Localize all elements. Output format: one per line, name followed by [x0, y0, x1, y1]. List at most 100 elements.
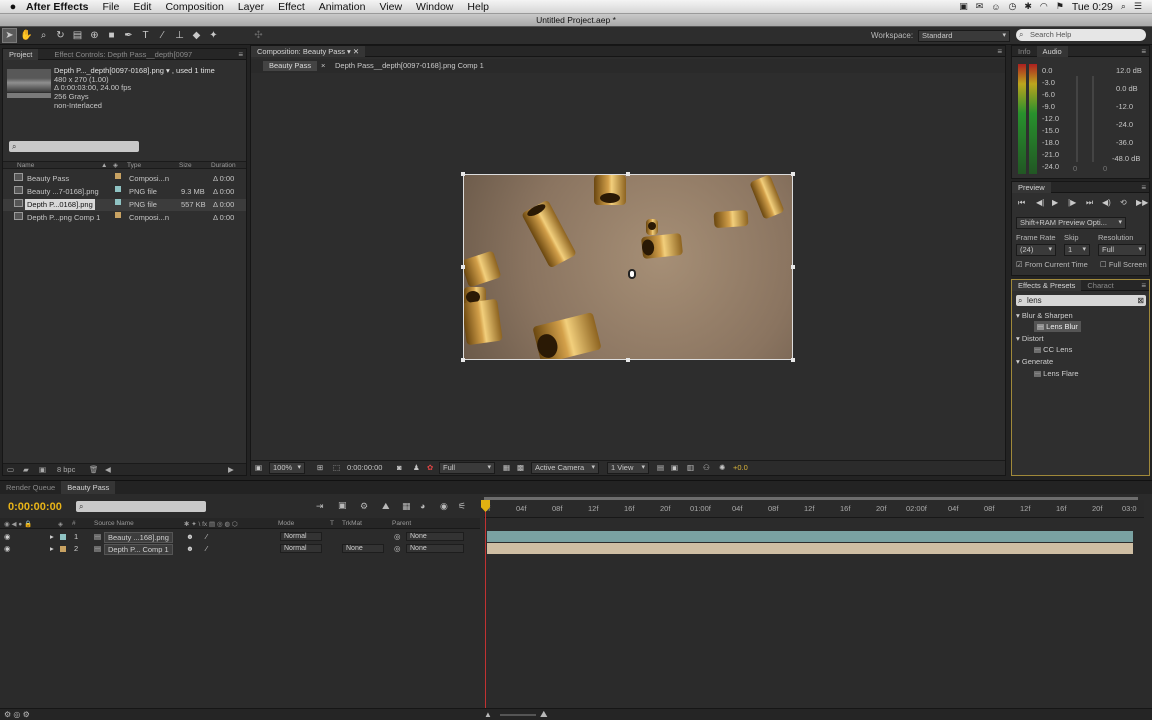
current-time-display[interactable]: 0:00:00:00: [347, 463, 382, 472]
type-tool-icon[interactable]: T: [138, 28, 153, 43]
label-swatch[interactable]: [115, 199, 121, 205]
transform-handle[interactable]: [626, 358, 630, 362]
col-number[interactable]: #: [72, 520, 76, 527]
wifi-icon[interactable]: ◠: [1040, 1, 1048, 12]
transform-handle[interactable]: [626, 172, 630, 176]
brush-tool-icon[interactable]: ⁄: [155, 28, 170, 43]
skip-dropdown[interactable]: 1: [1064, 244, 1090, 256]
effects-search-input[interactable]: ⌕ lens ⊠: [1016, 295, 1146, 306]
zoom-out-icon[interactable]: ▲: [484, 710, 492, 719]
show-snapshot-icon[interactable]: ♟: [413, 463, 420, 472]
tab-render-queue[interactable]: Render Queue: [0, 481, 61, 494]
rotate-tool-icon[interactable]: ↻: [53, 28, 68, 43]
mail-icon[interactable]: ✉: [976, 1, 984, 12]
toggle-pixel-icon[interactable]: ▤: [657, 463, 664, 472]
exposure-icon[interactable]: ✺: [719, 463, 725, 472]
clone-stamp-tool-icon[interactable]: ⊥: [172, 28, 187, 43]
camera-tool-icon[interactable]: ▤: [70, 28, 85, 43]
next-frame-icon[interactable]: |▶: [1068, 198, 1076, 207]
menu-window[interactable]: Window: [416, 1, 453, 13]
zoom-dropdown[interactable]: 100%: [269, 462, 305, 474]
screen-icon[interactable]: ▣: [959, 1, 968, 12]
layer-bar[interactable]: [487, 543, 1133, 554]
fast-previews-icon[interactable]: ▣: [671, 463, 678, 472]
tab-info[interactable]: Info: [1012, 46, 1037, 57]
always-preview-icon[interactable]: ▣: [255, 463, 262, 472]
audio-toggle-icon[interactable]: ◀): [1102, 198, 1111, 207]
transform-handle[interactable]: [461, 172, 465, 176]
sort-icon[interactable]: ▲: [101, 162, 107, 170]
timeline-timecode[interactable]: 0:00:00:00: [8, 501, 62, 513]
label-swatch[interactable]: [115, 186, 121, 192]
from-current-time-checkbox[interactable]: ☑ From Current Time: [1016, 260, 1088, 269]
transparency-grid-icon[interactable]: ▩: [517, 463, 524, 472]
layer-bar[interactable]: [487, 531, 1133, 542]
last-frame-icon[interactable]: ⏭: [1086, 198, 1093, 208]
blend-mode-dropdown[interactable]: Normal: [280, 532, 322, 541]
label-swatch[interactable]: [115, 173, 121, 179]
volume-slider-track-left[interactable]: [1076, 76, 1078, 162]
quality-switch-icon[interactable]: ⁄: [206, 543, 207, 555]
search-help-field[interactable]: ⌕ Search Help: [1016, 29, 1146, 41]
pickwhip-icon[interactable]: ◎: [394, 531, 401, 543]
effect-group-blur-sharpen[interactable]: ▾ Blur & Sharpen: [1016, 310, 1073, 321]
spotlight-icon[interactable]: ⌕: [1121, 1, 1126, 12]
layer-source-name[interactable]: Beauty ...168].png: [104, 532, 173, 543]
interpret-footage-icon[interactable]: ▭: [7, 465, 14, 474]
timeline-search-input[interactable]: ⌕: [76, 501, 206, 512]
av-switches-icon[interactable]: ◉ ◀ ● 🔒: [4, 520, 32, 528]
tab-composition[interactable]: Composition: Beauty Pass ▾ ✕: [251, 45, 366, 57]
transform-handle[interactable]: [791, 172, 795, 176]
label-swatch[interactable]: [115, 212, 121, 218]
puppet-tool-icon[interactable]: ✦: [206, 28, 221, 43]
project-row[interactable]: Beauty Pass Composi...n Δ 0:00: [3, 173, 246, 185]
resolution-dropdown[interactable]: Full: [439, 462, 495, 474]
workspace-dropdown[interactable]: Standard: [918, 30, 1010, 42]
preview-resolution-dropdown[interactable]: Full: [1098, 244, 1146, 256]
shy-switch-icon[interactable]: ☻: [186, 543, 194, 555]
bluetooth-icon[interactable]: ✱: [1024, 1, 1032, 12]
motion-blur-icon[interactable]: ◕: [420, 501, 425, 511]
first-frame-icon[interactable]: ⏮: [1018, 198, 1025, 208]
col-size[interactable]: Size: [179, 162, 192, 170]
volume-slider-track-right[interactable]: [1092, 76, 1094, 162]
parent-dropdown[interactable]: None: [406, 544, 464, 553]
hide-shy-layers-icon[interactable]: ⛰: [382, 501, 390, 512]
pan-behind-tool-icon[interactable]: ⊕: [87, 28, 102, 43]
tab-character[interactable]: Charact: [1081, 280, 1119, 291]
panel-menu-icon[interactable]: ≡: [1141, 281, 1146, 290]
comp-mini-flowchart-icon[interactable]: ⇥: [316, 501, 324, 512]
label-column-icon[interactable]: ◈: [58, 520, 63, 528]
menu-animation[interactable]: Animation: [319, 1, 366, 13]
ram-preview-icon[interactable]: ▶▶: [1136, 198, 1148, 207]
flag-icon[interactable]: ⚑: [1056, 1, 1064, 12]
app-menu[interactable]: After Effects: [26, 1, 88, 13]
playhead-line[interactable]: [485, 500, 486, 708]
region-of-interest-icon[interactable]: ▦: [503, 463, 510, 472]
layer-row[interactable]: ◉ ▸ 1 ▤ Beauty ...168].png ☻ ⁄ Normal ◎ …: [0, 531, 480, 543]
trash-icon[interactable]: 🗑: [89, 465, 99, 474]
expand-icon[interactable]: ▸: [50, 531, 54, 543]
col-type[interactable]: Type: [127, 162, 141, 170]
effect-cc-lens[interactable]: ▤ CC Lens: [1034, 344, 1072, 355]
label-icon[interactable]: ◈: [113, 162, 118, 170]
effect-group-distort[interactable]: ▾ Distort: [1016, 333, 1044, 344]
transform-handle[interactable]: [791, 265, 795, 269]
project-row[interactable]: Beauty ...7-0168].png PNG file 9.3 MB Δ …: [3, 186, 246, 198]
tab-audio[interactable]: Audio: [1036, 45, 1068, 57]
tab-effect-controls[interactable]: Effect Controls: Depth Pass__depth[0097: [48, 49, 198, 60]
loop-icon[interactable]: ⟲: [1120, 198, 1127, 207]
breadcrumb-beauty-pass[interactable]: Beauty Pass: [263, 61, 318, 71]
project-row-selected[interactable]: Depth P...0168].png PNG file 557 KB Δ 0:…: [3, 199, 246, 211]
view-layout-dropdown[interactable]: 1 View: [607, 462, 649, 474]
layer-row[interactable]: ◉ ▸ 2 ▤ Depth P... Comp 1 ☻ ⁄ Normal Non…: [0, 543, 480, 555]
menu-view[interactable]: View: [379, 1, 402, 13]
user-icon[interactable]: ☺: [991, 2, 1000, 12]
visibility-icon[interactable]: ◉: [4, 543, 11, 555]
graph-editor-icon[interactable]: ◉: [440, 501, 448, 512]
scroll-right-icon[interactable]: ▶: [228, 465, 234, 474]
pen-tool-icon[interactable]: ✒: [121, 28, 136, 43]
col-parent[interactable]: Parent: [392, 520, 411, 527]
tab-beauty-pass[interactable]: Beauty Pass: [61, 481, 116, 494]
mask-visibility-icon[interactable]: ⬚: [333, 463, 340, 472]
